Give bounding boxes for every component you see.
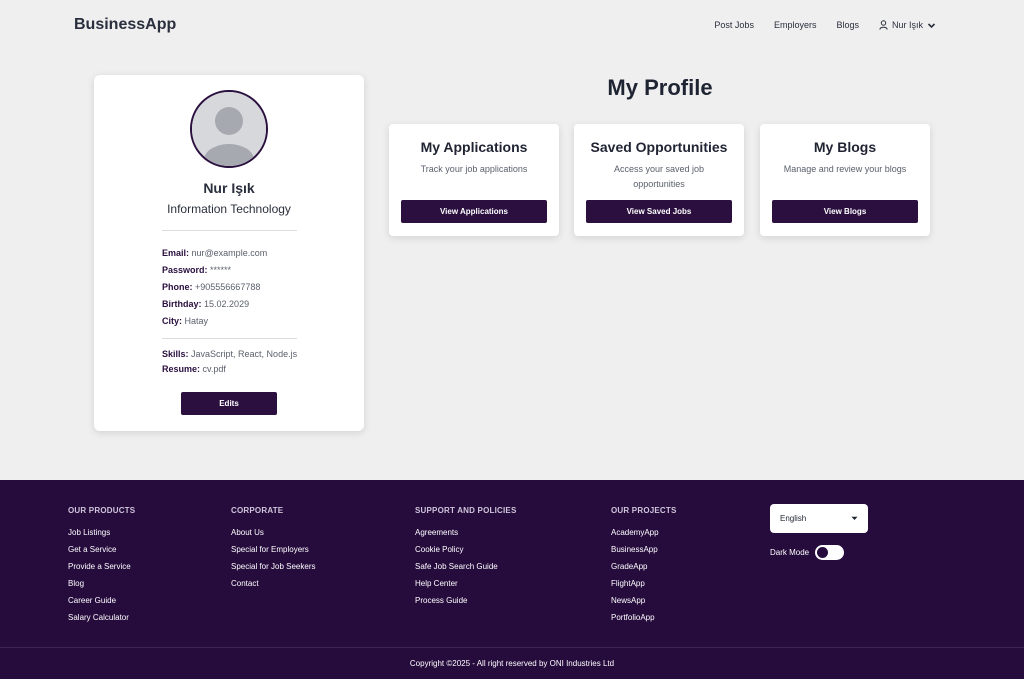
footer-heading: OUR PRODUCTS xyxy=(68,506,136,515)
view-saved-jobs-button[interactable]: View Saved Jobs xyxy=(586,200,732,223)
footer-link[interactable]: Get a Service xyxy=(68,541,135,558)
footer-link[interactable]: Special for Employers xyxy=(231,541,316,558)
card-title: Saved Opportunities xyxy=(590,139,728,155)
footer-link[interactable]: Safe Job Search Guide xyxy=(415,558,517,575)
info-row-phone: Phone: +905556667788 xyxy=(162,282,261,292)
footer-heading: OUR PROJECTS xyxy=(611,506,677,515)
avatar-placeholder-icon xyxy=(192,92,266,166)
footer-link[interactable]: Contact xyxy=(231,575,316,592)
divider xyxy=(162,230,297,231)
card-saved-opportunities: Saved Opportunities Access your saved jo… xyxy=(574,124,744,236)
top-nav: Post Jobs Employers Blogs Nur Işık xyxy=(714,20,936,30)
view-applications-button[interactable]: View Applications xyxy=(401,200,547,223)
info-row-birthday: Birthday: 15.02.2029 xyxy=(162,299,250,309)
profile-extra-info: Skills: JavaScript, React, Node.js Resum… xyxy=(162,347,297,377)
footer-link[interactable]: About Us xyxy=(231,524,316,541)
footer-link[interactable]: Salary Calculator xyxy=(68,609,135,626)
edit-profile-button[interactable]: Edits xyxy=(181,392,277,415)
language-select-value: English xyxy=(780,514,807,523)
avatar xyxy=(190,90,268,168)
nav-blogs[interactable]: Blogs xyxy=(836,20,859,30)
footer-column-corporate: CORPORATE About Us Special for Employers… xyxy=(231,506,316,592)
footer-heading: CORPORATE xyxy=(231,506,284,515)
view-blogs-button[interactable]: View Blogs xyxy=(772,200,918,223)
footer-link[interactable]: BusinessApp xyxy=(611,541,677,558)
card-my-blogs: My Blogs Manage and review your blogs Vi… xyxy=(760,124,930,236)
card-description: Manage and review your blogs xyxy=(783,164,907,174)
footer-link[interactable]: Cookie Policy xyxy=(415,541,517,558)
info-row-city: City: Hatay xyxy=(162,316,209,326)
profile-department: Information Technology xyxy=(167,202,291,216)
card-description: Track your job applications xyxy=(420,164,528,174)
info-row-skills: Skills: JavaScript, React, Node.js xyxy=(162,349,298,359)
profile-card: Nur Işık Information Technology Email: n… xyxy=(94,75,364,431)
card-my-applications: My Applications Track your job applicati… xyxy=(389,124,559,236)
footer-link[interactable]: Job Listings xyxy=(68,524,135,541)
card-description: Access your saved job opportunities xyxy=(613,164,705,189)
card-title: My Applications xyxy=(420,139,528,155)
info-row-resume: Resume: cv.pdf xyxy=(162,364,226,374)
user-menu-name: Nur Işık xyxy=(891,20,923,30)
footer-link[interactable]: GradeApp xyxy=(611,558,677,575)
footer-link[interactable]: Provide a Service xyxy=(68,558,135,575)
footer-column-support: SUPPORT AND POLICIES Agreements Cookie P… xyxy=(415,506,517,609)
profile-name: Nur Işık xyxy=(203,180,255,196)
footer-link[interactable]: Agreements xyxy=(415,524,517,541)
info-row-email: Email: nur@example.com xyxy=(162,248,268,258)
divider xyxy=(162,338,297,339)
nav-post-jobs[interactable]: Post Jobs xyxy=(714,20,754,30)
footer-link[interactable]: NewsApp xyxy=(611,592,677,609)
footer-link[interactable]: Help Center xyxy=(415,575,517,592)
footer-link[interactable]: Blog xyxy=(68,575,135,592)
footer-link[interactable]: Special for Job Seekers xyxy=(231,558,316,575)
nav-employers[interactable]: Employers xyxy=(774,20,817,30)
dark-mode-control: Dark Mode xyxy=(770,545,845,560)
user-icon xyxy=(879,20,888,30)
footer-link[interactable]: Process Guide xyxy=(415,592,517,609)
footer-divider xyxy=(0,647,1024,648)
info-row-password: Password: ****** xyxy=(162,265,232,275)
brand-logo[interactable]: BusinessApp xyxy=(74,16,176,34)
chevron-down-icon xyxy=(927,21,936,30)
footer: OUR PRODUCTS Job Listings Get a Service … xyxy=(0,480,1024,679)
toggle-knob xyxy=(817,547,829,558)
caret-down-icon xyxy=(851,514,858,523)
footer-column-products: OUR PRODUCTS Job Listings Get a Service … xyxy=(68,506,135,626)
footer-heading: SUPPORT AND POLICIES xyxy=(415,506,517,515)
user-menu[interactable]: Nur Işık xyxy=(879,20,936,30)
resume-link[interactable]: cv.pdf xyxy=(203,364,226,374)
footer-column-projects: OUR PROJECTS AcademyApp BusinessApp Grad… xyxy=(611,506,677,626)
dark-mode-toggle[interactable] xyxy=(815,545,845,560)
footer-link[interactable]: FlightApp xyxy=(611,575,677,592)
card-title: My Blogs xyxy=(813,139,877,155)
footer-link[interactable]: Career Guide xyxy=(68,592,135,609)
language-select[interactable]: English xyxy=(770,504,868,533)
page-title: My Profile xyxy=(607,75,713,100)
dark-mode-label: Dark Mode xyxy=(770,548,810,557)
top-header: BusinessApp Post Jobs Employers Blogs Nu… xyxy=(0,0,1024,52)
footer-link[interactable]: PortfolioApp xyxy=(611,609,677,626)
copyright-text: Copyright ©2025 - All right reserved by … xyxy=(409,659,615,668)
profile-contact-info: Email: nur@example.com Password: ****** … xyxy=(162,245,267,330)
footer-link[interactable]: AcademyApp xyxy=(611,524,677,541)
